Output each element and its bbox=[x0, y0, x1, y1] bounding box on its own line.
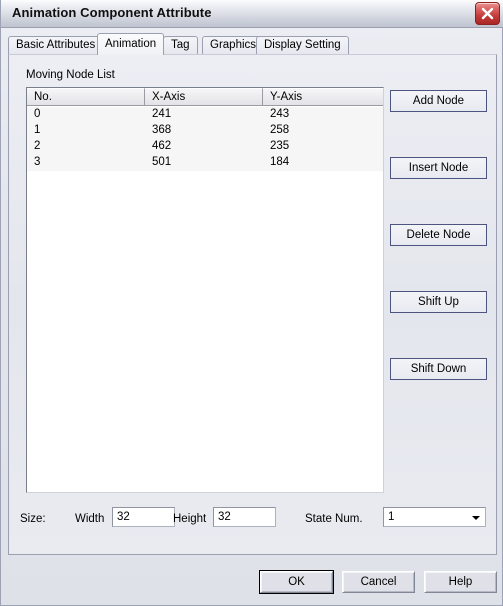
animation-tab-page: Moving Node List No. X-Axis Y-Axis 0 241… bbox=[8, 54, 497, 555]
table-row[interactable]: 3 501 184 bbox=[27, 155, 383, 171]
cell-no: 0 bbox=[34, 108, 41, 120]
shift-down-button[interactable]: Shift Down bbox=[390, 358, 487, 380]
tab-strip: Basic Attributes Animation Tag Graphics … bbox=[8, 33, 497, 55]
cell-x-axis: 241 bbox=[152, 108, 172, 120]
ok-button[interactable]: OK bbox=[259, 570, 334, 594]
animation-component-attribute-dialog: Animation Component Attribute Basic Attr… bbox=[0, 0, 503, 606]
moving-node-list[interactable]: No. X-Axis Y-Axis 0 241 243 1 368 258 2 … bbox=[26, 87, 384, 493]
cell-no: 2 bbox=[34, 140, 41, 152]
moving-node-list-label: Moving Node List bbox=[26, 69, 115, 81]
tab-tag[interactable]: Tag bbox=[163, 36, 198, 54]
cell-y-axis: 258 bbox=[270, 124, 290, 136]
close-button[interactable] bbox=[475, 2, 500, 25]
tab-animation[interactable]: Animation bbox=[97, 33, 165, 55]
width-label: Width bbox=[75, 513, 105, 525]
insert-node-button[interactable]: Insert Node bbox=[390, 157, 487, 179]
cell-x-axis: 501 bbox=[152, 156, 172, 168]
height-input[interactable]: 32 bbox=[213, 507, 276, 527]
tab-graphics[interactable]: Graphics bbox=[202, 36, 265, 54]
add-node-button[interactable]: Add Node bbox=[390, 90, 487, 112]
width-input[interactable]: 32 bbox=[112, 507, 175, 527]
cell-y-axis: 184 bbox=[270, 156, 290, 168]
state-num-value: 1 bbox=[388, 511, 395, 523]
state-num-select[interactable]: 1 bbox=[383, 507, 486, 527]
cell-y-axis: 243 bbox=[270, 108, 290, 120]
tab-display-setting[interactable]: Display Setting bbox=[256, 36, 349, 54]
title-bar: Animation Component Attribute bbox=[1, 0, 503, 28]
grid-body: 0 241 243 1 368 258 2 462 235 3 501 184 bbox=[27, 107, 383, 492]
height-label: Height bbox=[173, 513, 207, 525]
table-row[interactable]: 1 368 258 bbox=[27, 123, 383, 139]
size-label: Size: bbox=[20, 513, 46, 525]
tab-basic-attributes[interactable]: Basic Attributes bbox=[8, 36, 104, 54]
grid-header-row: No. X-Axis Y-Axis bbox=[27, 88, 383, 106]
window-title: Animation Component Attribute bbox=[12, 5, 212, 20]
cancel-button[interactable]: Cancel bbox=[342, 571, 415, 593]
cell-y-axis: 235 bbox=[270, 140, 290, 152]
column-header-x-axis[interactable]: X-Axis bbox=[145, 88, 263, 106]
table-row[interactable]: 2 462 235 bbox=[27, 139, 383, 155]
cell-x-axis: 368 bbox=[152, 124, 172, 136]
cell-no: 1 bbox=[34, 124, 41, 136]
column-header-no[interactable]: No. bbox=[27, 88, 145, 106]
delete-node-button[interactable]: Delete Node bbox=[390, 224, 487, 246]
shift-up-button[interactable]: Shift Up bbox=[390, 291, 487, 313]
table-row[interactable]: 0 241 243 bbox=[27, 107, 383, 123]
cell-no: 3 bbox=[34, 156, 41, 168]
cell-x-axis: 462 bbox=[152, 140, 172, 152]
column-header-y-axis[interactable]: Y-Axis bbox=[263, 88, 383, 106]
state-num-label: State Num. bbox=[305, 513, 363, 525]
help-button[interactable]: Help bbox=[424, 571, 497, 593]
chevron-down-icon[interactable] bbox=[468, 509, 484, 525]
